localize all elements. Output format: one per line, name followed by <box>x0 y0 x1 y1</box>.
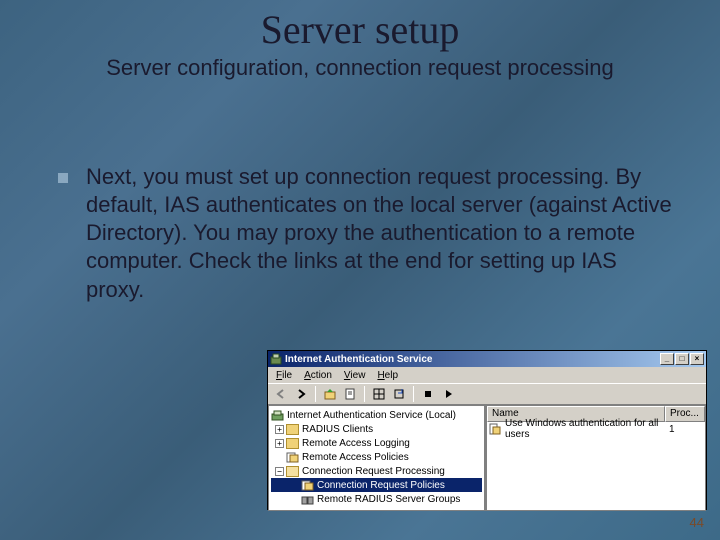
policy-icon <box>489 423 501 435</box>
body-area: Next, you must set up connection request… <box>0 81 720 304</box>
content-area: Internet Authentication Service (Local) … <box>268 405 706 511</box>
tree-label: Connection Request Processing <box>302 466 445 477</box>
forward-button[interactable] <box>292 385 310 403</box>
policies-icon <box>286 452 299 463</box>
tree-item-remote-groups[interactable]: Remote RADIUS Server Groups <box>271 492 482 506</box>
maximize-button[interactable]: □ <box>675 353 689 365</box>
up-button[interactable] <box>321 385 339 403</box>
policies-icon <box>301 480 314 491</box>
tree-item-radius[interactable]: + RADIUS Clients <box>271 422 482 436</box>
toolbar-separator <box>364 386 365 402</box>
tree-label: Remote Access Logging <box>302 438 410 449</box>
menu-view[interactable]: View <box>338 370 372 381</box>
bullet-square-icon <box>58 173 68 183</box>
tree-panel[interactable]: Internet Authentication Service (Local) … <box>268 405 486 511</box>
tree-item-crp[interactable]: − Connection Request Processing <box>271 464 482 478</box>
refresh-button[interactable] <box>370 385 388 403</box>
bullet-item: Next, you must set up connection request… <box>58 163 680 304</box>
list-panel[interactable]: Name Proc... Use Windows authentication … <box>486 405 706 511</box>
stop-button[interactable] <box>419 385 437 403</box>
slide-subtitle: Server configuration, connection request… <box>0 53 720 81</box>
tree-label: Connection Request Policies <box>317 480 445 491</box>
expander-icon[interactable]: + <box>275 439 284 448</box>
minimize-button[interactable]: _ <box>660 353 674 365</box>
play-button[interactable] <box>439 385 457 403</box>
folder-closed-icon <box>286 424 299 435</box>
tree-item-policies[interactable]: Remote Access Policies <box>271 450 482 464</box>
page-number: 44 <box>690 515 704 530</box>
service-icon <box>271 410 284 421</box>
window-buttons: _ □ × <box>660 353 704 365</box>
menu-file[interactable]: File <box>270 370 298 381</box>
tree-label: Remote Access Policies <box>302 452 409 463</box>
expander-icon[interactable]: − <box>275 467 284 476</box>
export-button[interactable] <box>390 385 408 403</box>
menubar: File Action View Help <box>268 367 706 383</box>
expander-icon[interactable]: + <box>275 425 284 434</box>
back-button[interactable] <box>272 385 290 403</box>
tree-item-crp-policies[interactable]: Connection Request Policies <box>271 478 482 492</box>
window-title: Internet Authentication Service <box>285 354 660 365</box>
column-proc[interactable]: Proc... <box>665 406 705 422</box>
toolbar-separator <box>413 386 414 402</box>
folder-open-icon <box>286 466 299 477</box>
close-button[interactable]: × <box>690 353 704 365</box>
tree-label: Remote RADIUS Server Groups <box>317 494 460 505</box>
toolbar <box>268 383 706 405</box>
app-icon <box>270 353 282 365</box>
tree-root[interactable]: Internet Authentication Service (Local) <box>271 408 482 422</box>
menu-action[interactable]: Action <box>298 370 338 381</box>
list-cell-proc: 1 <box>665 424 705 435</box>
folder-closed-icon <box>286 438 299 449</box>
list-cell-name: Use Windows authentication for all users <box>503 418 665 440</box>
list-row[interactable]: Use Windows authentication for all users… <box>487 422 705 436</box>
menu-help[interactable]: Help <box>371 370 404 381</box>
ias-window: Internet Authentication Service _ □ × Fi… <box>267 350 707 510</box>
slide-title: Server setup <box>0 0 720 53</box>
tree-root-label: Internet Authentication Service (Local) <box>287 410 456 421</box>
server-groups-icon <box>301 494 314 505</box>
toolbar-separator <box>315 386 316 402</box>
window-titlebar: Internet Authentication Service _ □ × <box>268 351 706 367</box>
tree-label: RADIUS Clients <box>302 424 373 435</box>
tree-item-logging[interactable]: + Remote Access Logging <box>271 436 482 450</box>
properties-button[interactable] <box>341 385 359 403</box>
body-text: Next, you must set up connection request… <box>86 163 680 304</box>
